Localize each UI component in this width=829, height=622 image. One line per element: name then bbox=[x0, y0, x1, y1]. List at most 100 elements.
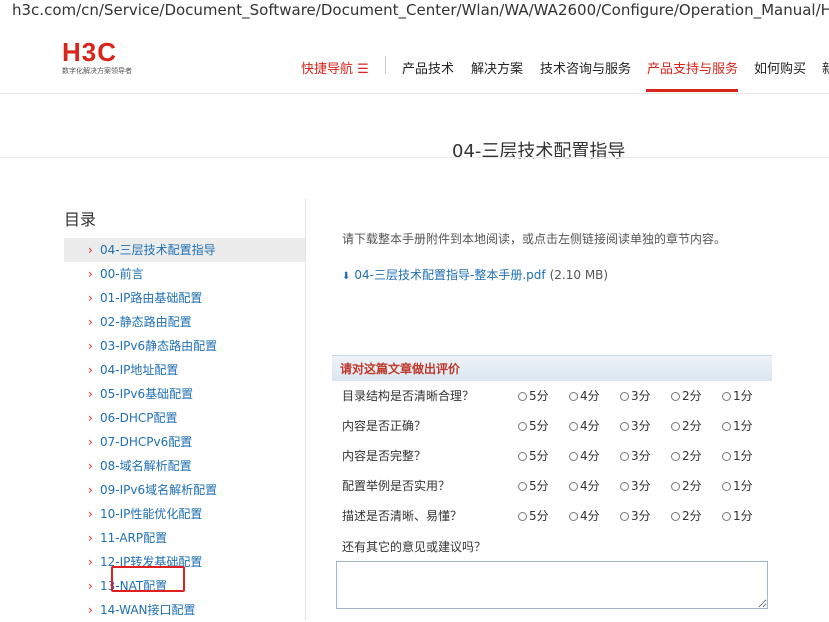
rating-option-label: 4分 bbox=[580, 389, 600, 403]
rating-option[interactable]: 4分 bbox=[569, 381, 600, 411]
radio-button[interactable] bbox=[518, 482, 527, 491]
toc-item[interactable]: › 04-三层技术配置指导 bbox=[64, 238, 306, 262]
rating-option[interactable]: 2分 bbox=[671, 441, 702, 471]
radio-button[interactable] bbox=[671, 452, 680, 461]
nav-active-underline bbox=[646, 89, 738, 92]
rating-option[interactable]: 5分 bbox=[518, 381, 549, 411]
radio-button[interactable] bbox=[569, 512, 578, 521]
title-divider bbox=[0, 157, 829, 158]
toc-item[interactable]: › 11-ARP配置 bbox=[64, 526, 306, 550]
toc-item[interactable]: › 07-DHCPv6配置 bbox=[64, 430, 306, 454]
radio-button[interactable] bbox=[722, 392, 731, 401]
nav-item-support[interactable]: 产品支持与服务 bbox=[647, 58, 738, 77]
rating-option[interactable]: 3分 bbox=[620, 471, 651, 501]
rating-option[interactable]: 2分 bbox=[671, 471, 702, 501]
rating-option[interactable]: 3分 bbox=[620, 381, 651, 411]
radio-button[interactable] bbox=[671, 392, 680, 401]
nav-item-consulting[interactable]: 技术咨询与服务 bbox=[540, 58, 631, 77]
address-bar[interactable]: h3c.com/cn/Service/Document_Software/Doc… bbox=[0, 0, 829, 22]
rating-question: 目录结构是否清晰合理？ bbox=[342, 389, 475, 403]
radio-button[interactable] bbox=[620, 452, 629, 461]
rating-option[interactable]: 4分 bbox=[569, 501, 600, 531]
radio-button[interactable] bbox=[569, 422, 578, 431]
nav-item-how-to-buy[interactable]: 如何购买 bbox=[754, 58, 806, 77]
nav-item-solutions[interactable]: 解决方案 bbox=[471, 58, 523, 77]
radio-button[interactable] bbox=[620, 482, 629, 491]
nav-item-more[interactable]: 新 bbox=[822, 58, 829, 77]
toc-item[interactable]: › 02-静态路由配置 bbox=[64, 310, 306, 334]
rating-option-label: 1分 bbox=[733, 479, 753, 493]
comment-textarea[interactable] bbox=[336, 561, 768, 609]
toc-item-label: 06-DHCP配置 bbox=[100, 411, 178, 425]
rating-option[interactable]: 1分 bbox=[722, 501, 753, 531]
rating-option[interactable]: 4分 bbox=[569, 471, 600, 501]
radio-button[interactable] bbox=[620, 392, 629, 401]
rating-option[interactable]: 5分 bbox=[518, 471, 549, 501]
chevron-right-icon: › bbox=[88, 531, 93, 545]
rating-option[interactable]: 1分 bbox=[722, 411, 753, 441]
radio-button[interactable] bbox=[722, 512, 731, 521]
radio-button[interactable] bbox=[518, 512, 527, 521]
toc-item-label: 05-IPv6基础配置 bbox=[100, 387, 194, 401]
radio-button[interactable] bbox=[518, 392, 527, 401]
rating-option[interactable]: 2分 bbox=[671, 411, 702, 441]
rating-option-label: 1分 bbox=[733, 449, 753, 463]
radio-button[interactable] bbox=[518, 452, 527, 461]
toc-item[interactable]: › 04-IP地址配置 bbox=[64, 358, 306, 382]
comment-label: 还有其它的意见或建议吗？ bbox=[342, 540, 487, 554]
rating-option[interactable]: 3分 bbox=[620, 411, 651, 441]
radio-button[interactable] bbox=[722, 422, 731, 431]
toc-item[interactable]: › 13-NAT配置 bbox=[64, 574, 306, 598]
rating-option[interactable]: 5分 bbox=[518, 501, 549, 531]
rating-option-label: 2分 bbox=[682, 389, 702, 403]
radio-button[interactable] bbox=[569, 452, 578, 461]
radio-button[interactable] bbox=[518, 422, 527, 431]
radio-button[interactable] bbox=[569, 482, 578, 491]
radio-button[interactable] bbox=[671, 512, 680, 521]
toc-item[interactable]: › 05-IPv6基础配置 bbox=[64, 382, 306, 406]
rating-option-label: 4分 bbox=[580, 509, 600, 523]
rating-option[interactable]: 1分 bbox=[722, 471, 753, 501]
toc-item[interactable]: › 01-IP路由基础配置 bbox=[64, 286, 306, 310]
radio-button[interactable] bbox=[722, 482, 731, 491]
rating-option-label: 2分 bbox=[682, 419, 702, 433]
toc-item[interactable]: › 09-IPv6域名解析配置 bbox=[64, 478, 306, 502]
rating-option[interactable]: 5分 bbox=[518, 441, 549, 471]
rating-question-row: 描述是否清晰、易懂？ 5分 4分 3分 2分 1分 bbox=[332, 501, 772, 531]
rating-option[interactable]: 5分 bbox=[518, 411, 549, 441]
toc-item[interactable]: › 03-IPv6静态路由配置 bbox=[64, 334, 306, 358]
rating-question-row: 目录结构是否清晰合理？ 5分 4分 3分 2分 1分 bbox=[332, 381, 772, 411]
annotation-highlight-box bbox=[111, 566, 185, 592]
rating-option[interactable]: 3分 bbox=[620, 441, 651, 471]
toc-item[interactable]: › 00-前言 bbox=[64, 262, 306, 286]
url-text: h3c.com/cn/Service/Document_Software/Doc… bbox=[12, 1, 829, 19]
radio-button[interactable] bbox=[671, 422, 680, 431]
toc-item[interactable]: › 12-IP转发基础配置 bbox=[64, 550, 306, 574]
rating-question: 内容是否正确？ bbox=[342, 419, 427, 433]
radio-button[interactable] bbox=[671, 482, 680, 491]
rating-option[interactable]: 1分 bbox=[722, 381, 753, 411]
radio-button[interactable] bbox=[620, 512, 629, 521]
toc-item-label: 00-前言 bbox=[100, 267, 144, 281]
rating-option[interactable]: 4分 bbox=[569, 411, 600, 441]
radio-button[interactable] bbox=[722, 452, 731, 461]
toc-item[interactable]: › 08-域名解析配置 bbox=[64, 454, 306, 478]
download-pdf-link[interactable]: 04-三层技术配置指导-整本手册.pdf bbox=[354, 268, 545, 282]
rating-option[interactable]: 3分 bbox=[620, 501, 651, 531]
rating-option[interactable]: 1分 bbox=[722, 441, 753, 471]
rating-option[interactable]: 2分 bbox=[671, 501, 702, 531]
chevron-right-icon: › bbox=[88, 459, 93, 473]
toc-item[interactable]: › 14-WAN接口配置 bbox=[64, 598, 306, 622]
toc-item-label: 07-DHCPv6配置 bbox=[100, 435, 193, 449]
toc-heading: 目录 bbox=[64, 210, 97, 229]
nav-item-products[interactable]: 产品技术 bbox=[402, 58, 454, 77]
radio-button[interactable] bbox=[569, 392, 578, 401]
rating-option[interactable]: 2分 bbox=[671, 381, 702, 411]
toc-item[interactable]: › 06-DHCP配置 bbox=[64, 406, 306, 430]
rating-option-label: 1分 bbox=[733, 389, 753, 403]
radio-button[interactable] bbox=[620, 422, 629, 431]
rating-option[interactable]: 4分 bbox=[569, 441, 600, 471]
rating-option-label: 3分 bbox=[631, 389, 651, 403]
nav-quick-menu[interactable]: 快捷导航 ☰ bbox=[301, 58, 369, 77]
toc-item[interactable]: › 10-IP性能优化配置 bbox=[64, 502, 306, 526]
